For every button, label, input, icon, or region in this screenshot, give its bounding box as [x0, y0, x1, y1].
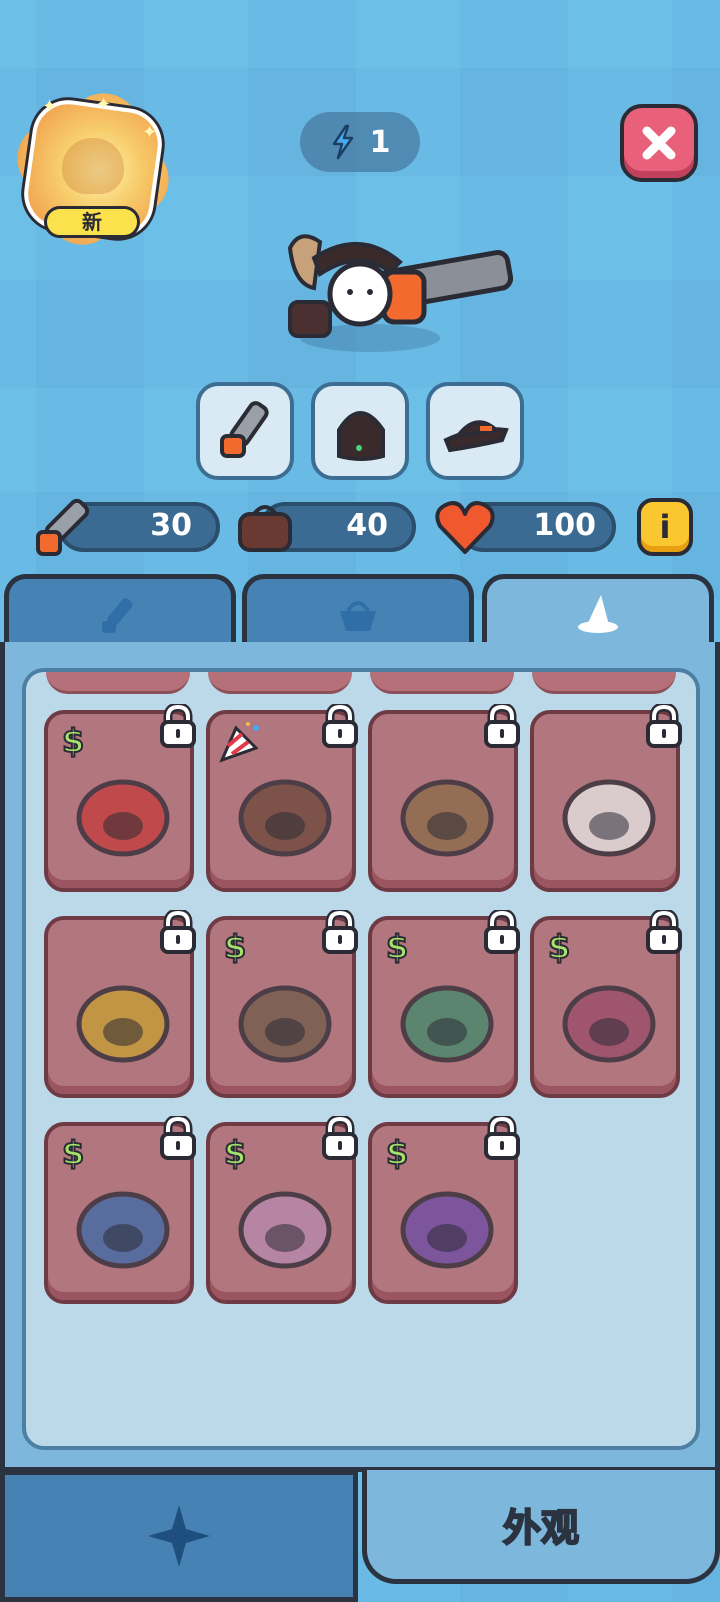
stat-weapon-value: 30	[150, 508, 192, 543]
premium-badge: $	[385, 927, 409, 967]
lock-icon	[160, 704, 196, 748]
cricket-helmet-icon	[238, 985, 332, 1063]
item-card[interactable]: $	[44, 1116, 196, 1304]
basket-icon	[340, 600, 376, 631]
premium-badge: $	[547, 927, 571, 967]
witch-hat-icon	[400, 1191, 494, 1269]
item-card[interactable]: $	[368, 910, 520, 1098]
close-button[interactable]	[620, 104, 698, 182]
partial-card	[370, 672, 514, 694]
bunny-hood-icon	[238, 1191, 332, 1269]
lock-icon	[322, 910, 358, 954]
stat-bag: 40	[234, 498, 418, 556]
item-card[interactable]	[368, 704, 520, 892]
cow-hood-icon	[562, 779, 656, 857]
info-button[interactable]: i	[637, 498, 693, 556]
equip-slot-bag[interactable]	[311, 382, 409, 480]
equip-slot-hat[interactable]	[426, 382, 524, 480]
reindeer-hood-icon	[238, 779, 332, 857]
character-preview	[287, 234, 514, 352]
items-grid[interactable]: $ $ $ $ $ $ $	[22, 668, 700, 1450]
stat-weapon: 30	[32, 498, 222, 556]
star-icon	[148, 1505, 210, 1567]
energy-counter: 1	[300, 112, 420, 172]
lock-icon	[646, 910, 682, 954]
lightning-icon	[332, 124, 353, 160]
close-icon	[642, 126, 676, 160]
bottom-tab-label: 外观	[502, 1505, 580, 1551]
heart-icon	[435, 501, 495, 554]
sparkle-icon: ✦	[96, 94, 112, 115]
new-item-badge[interactable]: ✦ ✦ ✦ 新	[4, 80, 182, 258]
premium-badge: $	[223, 927, 247, 967]
bottom-tab-skills[interactable]	[0, 1470, 358, 1602]
item-card[interactable]: $	[530, 910, 682, 1098]
lock-icon	[160, 1116, 196, 1160]
item-card[interactable]: $	[44, 704, 196, 892]
stat-health-value: 100	[533, 508, 596, 543]
lock-icon	[484, 1116, 520, 1160]
green-hood-icon	[400, 985, 494, 1063]
new-label: 新	[44, 206, 140, 238]
lock-icon	[646, 704, 682, 748]
lock-icon	[484, 910, 520, 954]
premium-badge: $	[223, 1133, 247, 1173]
tab-appearance[interactable]	[482, 574, 714, 650]
lock-icon	[322, 1116, 358, 1160]
capybara-hood-icon	[400, 779, 494, 857]
item-card[interactable]: $	[206, 910, 358, 1098]
lock-icon	[160, 910, 196, 954]
energy-count: 1	[369, 124, 391, 160]
chainsaw-icon	[220, 401, 269, 458]
lock-icon	[484, 704, 520, 748]
backpack-icon	[238, 505, 292, 552]
partial-card	[208, 672, 352, 694]
equip-slot-weapon[interactable]	[196, 382, 294, 480]
santa-hat-icon	[76, 779, 170, 857]
stat-bag-value: 40	[346, 508, 388, 543]
partial-card	[46, 672, 190, 694]
tab-bags[interactable]	[242, 574, 474, 650]
hidden-item-silhouette	[62, 138, 124, 194]
lock-icon	[322, 704, 358, 748]
monkey-hat-icon	[76, 985, 170, 1063]
party-popper-icon	[219, 722, 259, 763]
partial-card	[532, 672, 676, 694]
premium-badge: $	[61, 721, 85, 761]
item-card[interactable]	[206, 704, 358, 892]
backpack-icon	[337, 411, 385, 461]
bottom-tab-appearance[interactable]: 外观	[362, 1470, 720, 1584]
item-card[interactable]	[530, 704, 682, 892]
chainsaw-icon	[36, 498, 90, 556]
category-tabs	[0, 574, 720, 650]
circus-hat-icon	[76, 1191, 170, 1269]
sparkle-icon: ✦	[42, 96, 58, 117]
wizard-hat-icon	[578, 594, 618, 633]
tab-weapons[interactable]	[4, 574, 236, 650]
item-card[interactable]: $	[368, 1116, 520, 1304]
premium-badge: $	[61, 1133, 85, 1173]
jester-hat-icon	[562, 985, 656, 1063]
chainsaw-icon	[102, 597, 133, 633]
item-card[interactable]: $	[206, 1116, 358, 1304]
sparkle-icon: ✦	[142, 122, 158, 143]
premium-badge: $	[385, 1133, 409, 1173]
stat-health: 100	[432, 498, 618, 556]
item-card[interactable]	[44, 910, 196, 1098]
hat-icon	[443, 420, 509, 453]
